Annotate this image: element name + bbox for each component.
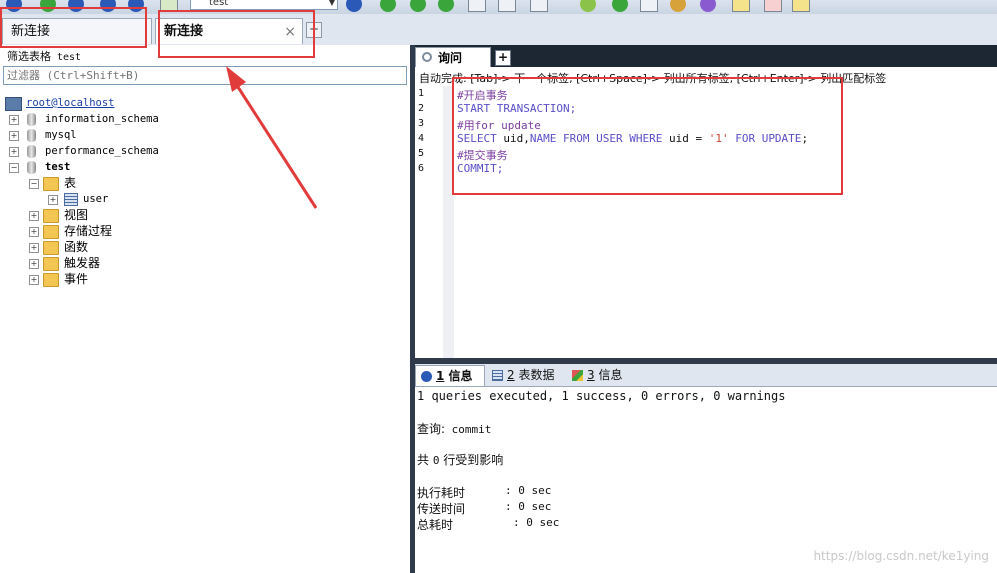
annotation-arrow: [226, 66, 318, 209]
arrow-head: [226, 66, 246, 92]
watermark: https://blog.csdn.net/ke1ying: [813, 549, 989, 563]
arrow-shaft: [234, 83, 318, 209]
